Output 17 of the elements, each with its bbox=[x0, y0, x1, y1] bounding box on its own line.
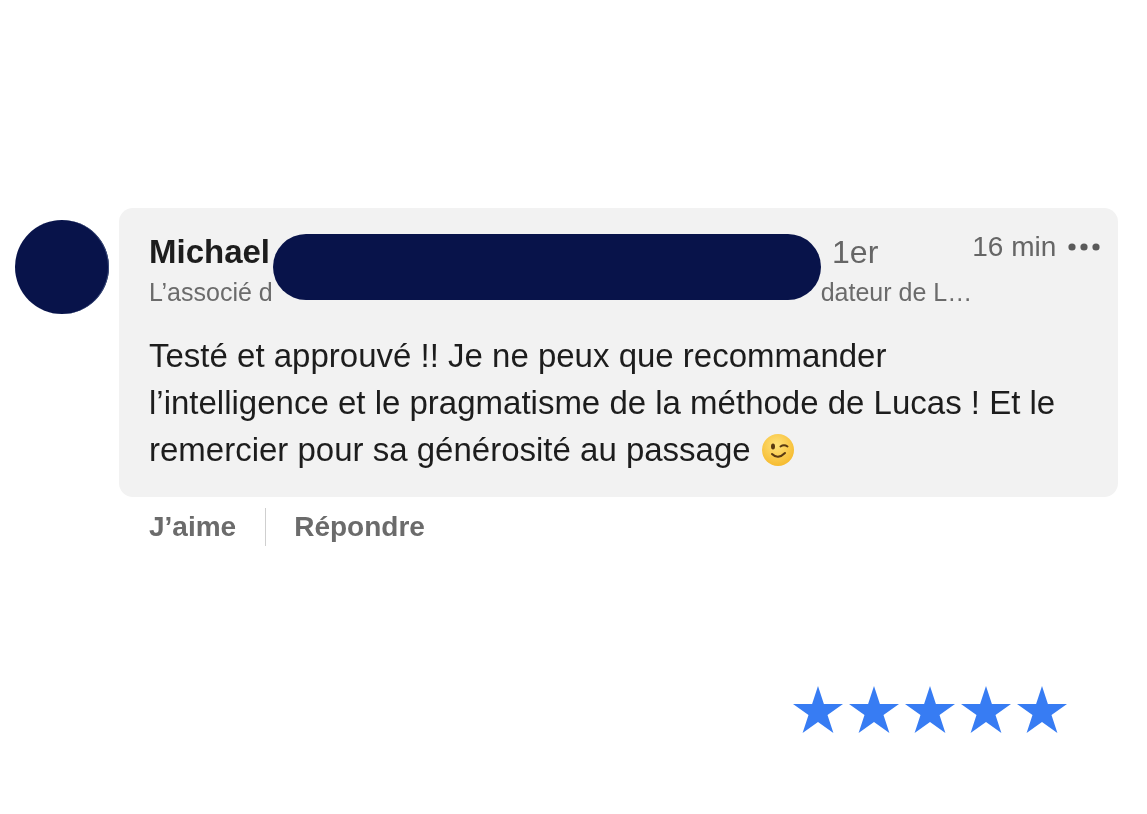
star-icon bbox=[793, 686, 843, 733]
comment-action-link[interactable]: J’aime bbox=[149, 511, 237, 543]
author-headline: dateur de L… bbox=[820, 277, 973, 307]
star-icon bbox=[961, 686, 1011, 733]
author-name: Michael bbox=[149, 233, 271, 271]
comment-text: Testé et approuvé !! Je ne peux que recommander bbox=[149, 336, 887, 375]
comment-action-link[interactable]: Répondre bbox=[294, 511, 425, 543]
comment-time: 16 min bbox=[972, 231, 1057, 263]
author-headline: L’associé d bbox=[149, 277, 273, 307]
star-icon bbox=[1017, 686, 1067, 733]
comment-text: l’intelligence et le pragmatisme de la méthode de Lucas ! Et le bbox=[149, 383, 1056, 422]
star-icon bbox=[905, 686, 955, 733]
more-options-icon[interactable] bbox=[1068, 243, 1101, 251]
star-icon bbox=[849, 686, 899, 733]
wink-emoji-icon bbox=[761, 433, 794, 466]
connection-degree: 1er bbox=[832, 233, 879, 271]
comment-text: remercier pour sa générosité au passage bbox=[149, 430, 751, 469]
